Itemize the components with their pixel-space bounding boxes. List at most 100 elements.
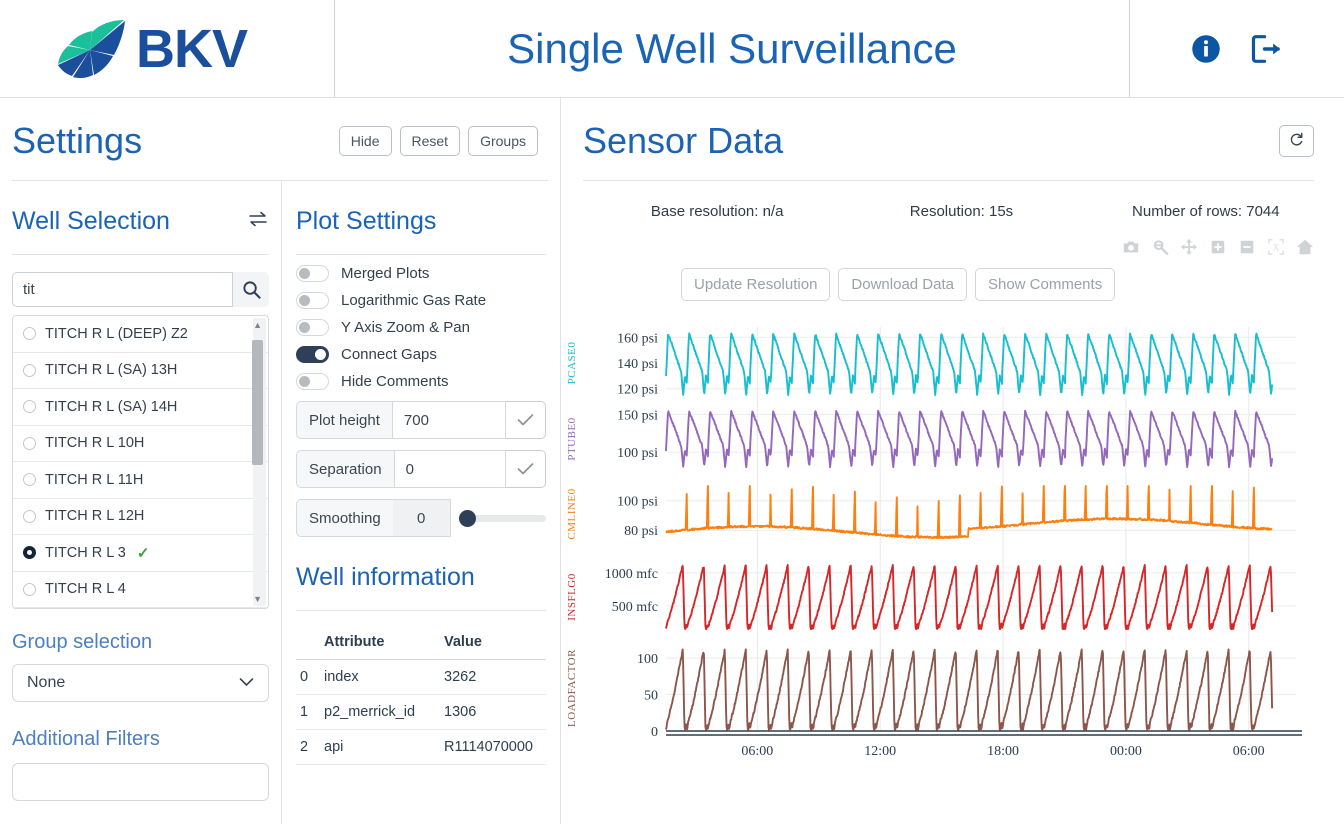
well-list-item[interactable]: TITCH R L (DEEP) Z2: [13, 316, 268, 353]
well-list-item-label: TITCH R L (SA) 14H: [45, 398, 178, 415]
well-list-item[interactable]: TITCH R L 3 ✓: [13, 535, 268, 572]
separation-label: Separation: [296, 450, 394, 488]
well-radio[interactable]: [23, 582, 36, 596]
well-radio[interactable]: [23, 546, 36, 560]
well-list-item[interactable]: TITCH R L (SA) 13H: [13, 353, 268, 389]
plot-settings-divider: [296, 254, 546, 255]
plot-height-input[interactable]: [391, 401, 506, 439]
reset-axes-home-icon[interactable]: [1296, 238, 1314, 256]
info-circle-icon[interactable]: [1191, 34, 1221, 64]
toggle-knob: [315, 349, 326, 360]
svg-text:00:00: 00:00: [1110, 744, 1142, 759]
reset-button[interactable]: Reset: [399, 126, 461, 156]
svg-text:80 psi: 80 psi: [624, 524, 658, 539]
camera-icon[interactable]: [1122, 238, 1140, 256]
toggle-knob: [299, 295, 310, 306]
separation-input[interactable]: [393, 450, 506, 488]
svg-text:PTUBE0: PTUBE0: [566, 417, 578, 460]
toggle-row: Logarithmic Gas Rate: [296, 292, 546, 309]
separation-confirm-check-icon[interactable]: [506, 450, 546, 488]
smoothing-group: Smoothing 0: [296, 499, 546, 537]
toggle-knob: [299, 268, 310, 279]
title-cell: Single Well Surveillance: [335, 0, 1130, 97]
svg-text:50: 50: [644, 689, 658, 704]
zoom-icon[interactable]: [1151, 238, 1169, 256]
sensor-chart[interactable]: 120 psi 140 psi 160 psi PCASE0 100 psi 150 ps…: [561, 315, 1344, 759]
well-list-item[interactable]: TITCH R L 12H: [13, 499, 268, 535]
refresh-icon[interactable]: [1279, 125, 1314, 157]
well-radio[interactable]: [23, 327, 36, 341]
plot-settings-toggles: Merged Plots Logarithmic Gas Rate Y Axis Z…: [296, 265, 546, 390]
svg-text:CMLINE0: CMLINE0: [566, 488, 578, 539]
well-radio[interactable]: [23, 363, 36, 377]
well-list-item-label: TITCH R L 10H: [45, 435, 145, 452]
svg-text:06:00: 06:00: [1233, 744, 1265, 759]
brand-cell: BKV: [0, 0, 335, 97]
sensor-data-header: Sensor Data: [561, 98, 1344, 162]
well-list-item-label: TITCH R L 4: [45, 581, 126, 598]
svg-text:12:00: 12:00: [864, 744, 896, 759]
swap-arrows-icon[interactable]: [247, 210, 269, 233]
group-selection-select[interactable]: None: [12, 664, 269, 702]
sensor-data-divider: [583, 180, 1314, 181]
well-list-item[interactable]: TITCH R L 10H: [13, 426, 268, 462]
well-information-table: Attribute Value 0 index 3262 1 p2_merrick_id…: [296, 625, 546, 765]
well-radio[interactable]: [23, 509, 36, 523]
scrollbar-thumb[interactable]: [252, 340, 263, 465]
well-list-item[interactable]: TITCH R L 11H: [13, 462, 268, 499]
zoom-in-icon[interactable]: [1209, 238, 1227, 256]
scroll-down-arrow[interactable]: ▼: [253, 594, 262, 604]
plot-height-confirm-check-icon[interactable]: [506, 401, 546, 439]
autoscale-icon[interactable]: X: [1267, 238, 1285, 256]
toggle-switch[interactable]: [296, 319, 329, 336]
update-resolution-button[interactable]: Update Resolution: [681, 268, 831, 301]
well-radio[interactable]: [23, 400, 36, 414]
well-list-item[interactable]: TITCH R L 4: [13, 572, 268, 608]
additional-filters-input[interactable]: [12, 763, 269, 801]
plot-settings-header: Plot Settings: [296, 207, 546, 236]
well-list-scrollbar[interactable]: ▲ ▼: [252, 318, 266, 606]
download-data-button[interactable]: Download Data: [838, 268, 967, 301]
smoothing-slider[interactable]: [451, 499, 546, 537]
col-index: [296, 625, 320, 660]
toggle-knob: [299, 322, 310, 333]
smoothing-slider-knob[interactable]: [458, 509, 476, 527]
well-list-item-label: TITCH R L 12H: [45, 508, 145, 525]
well-selection-header: Well Selection: [12, 207, 269, 236]
well-list-item-label: TITCH R L 3: [45, 544, 126, 561]
pan-icon[interactable]: [1180, 238, 1198, 256]
resolution-info-row: Base resolution: n/a Resolution: 15s Num…: [561, 203, 1344, 220]
col-value: Value: [440, 625, 546, 660]
well-radio[interactable]: [23, 436, 36, 450]
well-information-title: Well information: [296, 563, 475, 591]
plot-settings-title: Plot Settings: [296, 207, 437, 235]
table-header-row: Attribute Value: [296, 625, 546, 660]
svg-text:06:00: 06:00: [741, 744, 773, 759]
show-comments-button[interactable]: Show Comments: [974, 268, 1116, 301]
zoom-out-icon[interactable]: [1238, 238, 1256, 256]
search-input[interactable]: [12, 272, 233, 307]
well-radio[interactable]: [23, 473, 36, 487]
base-resolution-label: Base resolution: n/a: [650, 203, 784, 220]
settings-header: Settings Hide Reset Groups: [0, 98, 560, 162]
well-list-item[interactable]: TITCH R L (SA) 14H: [13, 389, 268, 426]
toggle-switch[interactable]: [296, 265, 329, 282]
svg-text:500 mfc: 500 mfc: [612, 600, 658, 615]
table-row: 1 p2_merrick_id 1306: [296, 694, 546, 730]
toggle-switch[interactable]: [296, 373, 329, 390]
well-list[interactable]: TITCH R L (DEEP) Z2 TITCH R L (SA) 13H TIT…: [12, 315, 269, 609]
svg-text:100: 100: [637, 652, 658, 667]
scroll-up-arrow[interactable]: ▲: [253, 320, 262, 330]
svg-text:120 psi: 120 psi: [617, 383, 658, 398]
logout-icon[interactable]: [1251, 34, 1283, 64]
search-icon[interactable]: [233, 272, 269, 307]
groups-button[interactable]: Groups: [468, 126, 538, 156]
well-information-header: Well information: [296, 563, 546, 592]
group-selection-value: None: [27, 674, 66, 691]
smoothing-slider-track[interactable]: [458, 509, 546, 527]
resolution-label: Resolution: 15s: [909, 203, 1014, 220]
hide-button[interactable]: Hide: [338, 126, 392, 156]
toggle-switch[interactable]: [296, 292, 329, 309]
row-index: 0: [296, 659, 320, 695]
toggle-switch[interactable]: [296, 346, 329, 363]
